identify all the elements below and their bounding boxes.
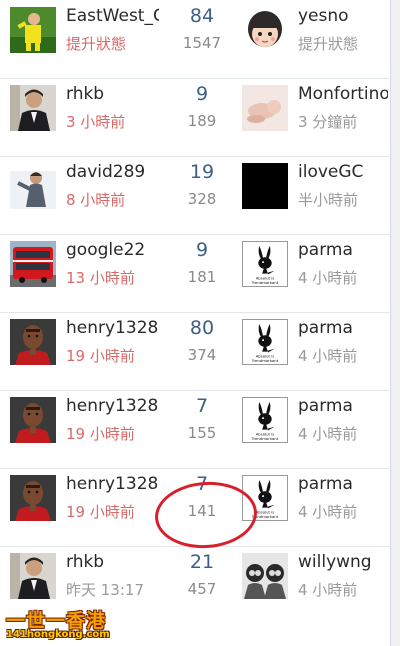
view-count: 155 (187, 424, 217, 442)
last-poster-name[interactable]: willywng (298, 552, 388, 572)
author-name[interactable]: henry1328 (66, 318, 159, 338)
view-count: 189 (187, 112, 217, 130)
last-poster-name[interactable]: Monfortino (298, 84, 388, 104)
author-name[interactable]: EastWest_G (66, 6, 159, 26)
thread-row: henry1328 19 小時前 80 374 Absolut is Trendm… (0, 312, 390, 391)
author-name[interactable]: henry1328 (66, 474, 159, 494)
svg-text:Trendmarkant: Trendmarkant (251, 358, 279, 363)
last-poster-name[interactable]: yesno (298, 6, 388, 26)
reply-count[interactable]: 19 (172, 161, 232, 183)
avatar-sleeping-baby[interactable] (242, 85, 288, 131)
thread-list: EastWest_G 提升狀態 84 1547 yesno 提升狀態 rhkb … (0, 0, 391, 646)
last-poster-name[interactable]: parma (298, 240, 388, 260)
thread-row: rhkb 3 小時前 9 189 Monfortino 3 分鐘前 (0, 78, 390, 157)
avatar-man-in-suit[interactable] (10, 553, 56, 599)
last-poster-name[interactable]: iloveGC (298, 162, 388, 182)
svg-text:Trendmarkant: Trendmarkant (251, 280, 279, 285)
view-count: 181 (187, 268, 217, 286)
last-post-time: 提升狀態 (298, 35, 359, 53)
last-post-time: 4 小時前 (298, 503, 358, 521)
view-count: 1547 (182, 34, 222, 52)
post-time: 提升狀態 (66, 35, 127, 53)
last-poster-name[interactable]: parma (298, 318, 388, 338)
avatar-model-photo[interactable] (10, 163, 56, 209)
avatar-two-figures[interactable] (242, 553, 288, 599)
reply-count[interactable]: 7 (172, 395, 232, 417)
last-post-time: 半小時前 (298, 191, 359, 209)
last-poster-name[interactable]: parma (298, 396, 388, 416)
watermark-logo: 一世一香港 141hongkong.com (0, 606, 124, 646)
last-post-time: 4 小時前 (298, 347, 358, 365)
view-count: 328 (187, 190, 217, 208)
last-post-time: 4 小時前 (298, 269, 358, 287)
reply-count[interactable]: 9 (172, 239, 232, 261)
thread-row: david289 8 小時前 19 328 iloveGC 半小時前 (0, 156, 390, 235)
avatar-black-square[interactable] (242, 163, 288, 209)
last-poster-name[interactable]: parma (298, 474, 388, 494)
thread-row: google22 13 小時前 9 181 Absolut is Trendmar… (0, 234, 390, 313)
reply-count[interactable]: 80 (172, 317, 232, 339)
last-post-time: 4 小時前 (298, 581, 358, 599)
watermark-url: 141hongkong.com (6, 629, 110, 640)
avatar-man-in-suit[interactable] (10, 85, 56, 131)
avatar-cartoon-girl[interactable] (242, 7, 288, 53)
author-name[interactable]: google22 (66, 240, 159, 260)
avatar-football-player-portrait[interactable] (10, 397, 56, 443)
post-time: 19 小時前 (66, 347, 135, 365)
post-time: 13 小時前 (66, 269, 135, 287)
reply-count[interactable]: 9 (172, 83, 232, 105)
author-name[interactable]: rhkb (66, 84, 159, 104)
svg-text:Trendmarkant: Trendmarkant (251, 436, 279, 441)
thread-row: EastWest_G 提升狀態 84 1547 yesno 提升狀態 (0, 0, 390, 79)
author-name[interactable]: rhkb (66, 552, 159, 572)
avatar-soccer-player[interactable] (10, 7, 56, 53)
post-time: 19 小時前 (66, 503, 135, 521)
reply-count[interactable]: 21 (172, 551, 232, 573)
avatar-bunny-logo[interactable]: Absolut is Trendmarkant (242, 319, 288, 365)
post-time: 3 小時前 (66, 113, 126, 131)
avatar-football-player-portrait[interactable] (10, 475, 56, 521)
reply-count[interactable]: 84 (172, 5, 232, 27)
avatar-football-player-portrait[interactable] (10, 319, 56, 365)
last-post-time: 4 小時前 (298, 425, 358, 443)
thread-row: henry1328 19 小時前 7 155 Absolut is Trendma… (0, 390, 390, 469)
author-name[interactable]: david289 (66, 162, 159, 182)
post-time: 19 小時前 (66, 425, 135, 443)
post-time: 8 小時前 (66, 191, 126, 209)
view-count: 374 (187, 346, 217, 364)
avatar-bunny-logo[interactable]: Absolut is Trendmarkant (242, 397, 288, 443)
last-post-time: 3 分鐘前 (298, 113, 358, 131)
view-count: 457 (187, 580, 217, 598)
post-time: 昨天 13:17 (66, 581, 144, 599)
avatar-bunny-logo[interactable]: Absolut is Trendmarkant (242, 241, 288, 287)
author-name[interactable]: henry1328 (66, 396, 159, 416)
avatar-red-double-decker-bus[interactable] (10, 241, 56, 287)
